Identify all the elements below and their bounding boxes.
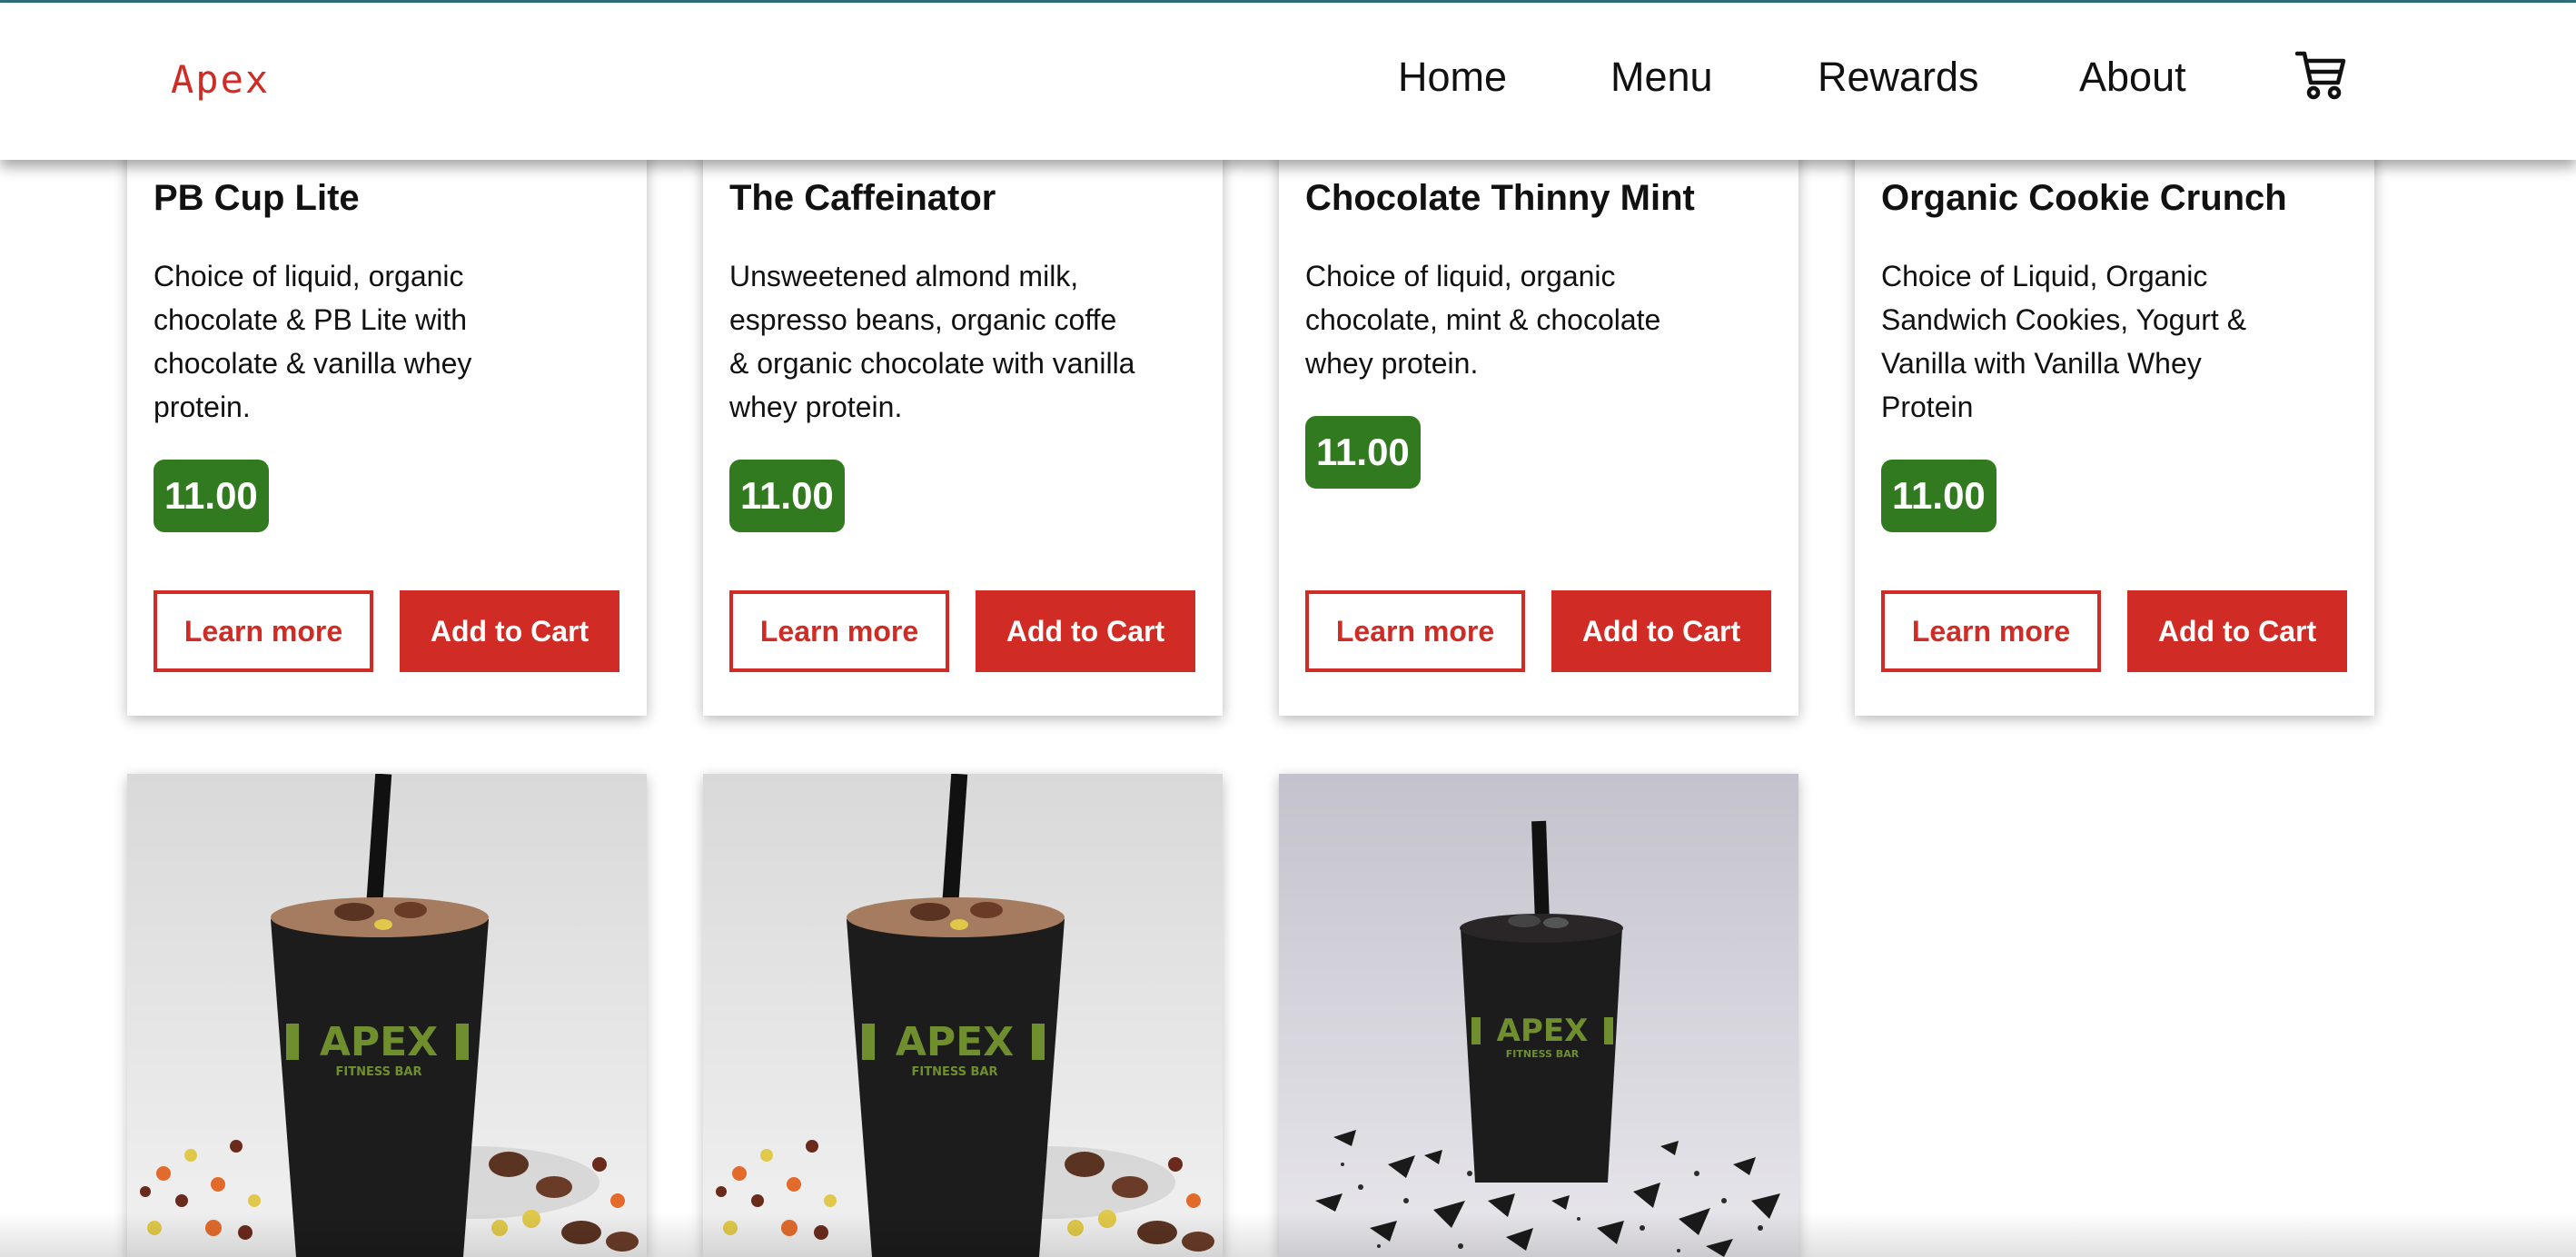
nav-rewards[interactable]: Rewards	[1818, 54, 1979, 101]
product-title: Organic Cookie Crunch	[1881, 178, 2287, 218]
product-card-organic-cookie-crunch: Organic Cookie Crunch Choice of Liquid, …	[1855, 136, 2374, 716]
learn-more-button[interactable]: Learn more	[1881, 590, 2101, 672]
product-image[interactable]: APEX FITNESS BAR	[1279, 774, 1798, 1257]
product-card-chocolate-thinny-mint: Chocolate Thinny Mint Choice of liquid, …	[1279, 136, 1798, 716]
nav-menu[interactable]: Menu	[1610, 54, 1713, 101]
product-image[interactable]: APEX FITNESS BAR	[127, 774, 647, 1257]
price-badge: 11.00	[154, 460, 269, 532]
product-description: Choice of liquid, organic chocolate & PB…	[154, 260, 472, 423]
learn-more-button[interactable]: Learn more	[729, 590, 949, 672]
learn-more-button[interactable]: Learn more	[154, 590, 373, 672]
price-badge: 11.00	[1881, 460, 1996, 532]
product-title: PB Cup Lite	[154, 178, 360, 218]
product-description: Unsweetened almond milk, espresso beans,…	[729, 260, 1135, 423]
learn-more-button[interactable]: Learn more	[1305, 590, 1525, 672]
svg-text:FITNESS BAR: FITNESS BAR	[336, 1065, 422, 1079]
svg-text:FITNESS BAR: FITNESS BAR	[1506, 1048, 1580, 1060]
svg-text:FITNESS BAR: FITNESS BAR	[912, 1065, 998, 1079]
product-title: Chocolate Thinny Mint	[1305, 178, 1695, 218]
product-image[interactable]: APEX FITNESS BAR	[703, 774, 1223, 1257]
add-to-cart-button[interactable]: Add to Cart	[400, 590, 619, 672]
product-card-pb-cup-lite: PB Cup Lite Choice of liquid, organic ch…	[127, 136, 647, 716]
add-to-cart-button[interactable]: Add to Cart	[976, 590, 1195, 672]
shopping-cart-icon[interactable]	[2294, 48, 2347, 101]
add-to-cart-button[interactable]: Add to Cart	[2127, 590, 2347, 672]
site-logo[interactable]: Apex	[171, 57, 270, 102]
product-description: Choice of liquid, organic chocolate, min…	[1305, 260, 1661, 380]
cup-logo: APEX	[1497, 1013, 1589, 1049]
add-to-cart-button[interactable]: Add to Cart	[1551, 590, 1771, 672]
product-description: Choice of Liquid, Organic Sandwich Cooki…	[1881, 260, 2247, 423]
cup-logo: APEX	[320, 1019, 438, 1065]
cup-logo: APEX	[896, 1019, 1014, 1065]
price-badge: 11.00	[1305, 416, 1421, 489]
nav-about[interactable]: About	[2079, 54, 2186, 101]
product-card-the-caffeinator: The Caffeinator Unsweetened almond milk,…	[703, 136, 1223, 716]
nav-home[interactable]: Home	[1398, 54, 1507, 101]
site-header: Apex Home Menu Rewards About	[0, 3, 2576, 160]
viewport-bottom-shadow	[0, 1212, 2576, 1257]
price-badge: 11.00	[729, 460, 845, 532]
product-title: The Caffeinator	[729, 178, 996, 218]
